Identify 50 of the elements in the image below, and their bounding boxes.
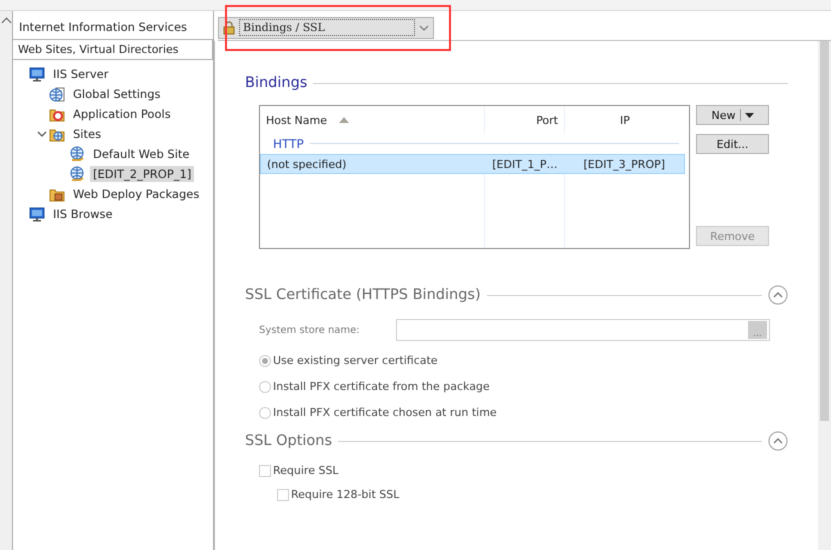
- globe-document-icon: [49, 86, 65, 102]
- tree-item[interactable]: Web Deploy Packages: [70, 186, 202, 202]
- padlock-icon: [223, 20, 235, 34]
- column-header[interactable]: Port: [485, 107, 565, 133]
- section-title: SSL Certificate (HTTPS Bindings): [245, 287, 481, 303]
- page-dropdown[interactable]: Bindings / SSL: [218, 16, 434, 38]
- option-label: Use existing server certificate: [273, 354, 438, 367]
- scrollbar[interactable]: [818, 41, 831, 550]
- dropdown-arrow-icon: [744, 112, 754, 118]
- table-cell-text: [EDIT_1_P…: [491, 156, 559, 173]
- table-cell-text: (not specified): [266, 156, 348, 172]
- sort-ascending-icon: [339, 117, 349, 123]
- collapse-chevron-icon[interactable]: [37, 129, 47, 139]
- radio-button[interactable]: [259, 380, 271, 392]
- monitor-icon: [29, 206, 45, 222]
- globe-icon: [69, 146, 85, 162]
- tree-item[interactable]: Default Web Site: [90, 146, 192, 162]
- option-label: Install PFX certificate chosen at run time: [273, 406, 497, 419]
- tree-item[interactable]: Application Pools: [70, 106, 174, 122]
- table-cell-text: [EDIT_3_PROP]: [582, 156, 666, 173]
- column-header[interactable]: Host Name: [260, 107, 485, 133]
- action-button: Remove: [696, 226, 769, 246]
- group-label: HTTP: [273, 136, 304, 150]
- tree-item[interactable]: IIS Server: [50, 66, 112, 82]
- column-header[interactable]: IP: [565, 107, 685, 133]
- field-label: System store name:: [259, 324, 361, 336]
- section-title: SSL Options: [245, 433, 332, 449]
- tree-item[interactable]: Global Settings: [70, 86, 164, 102]
- table-row[interactable]: (not specified) [EDIT_1_P… [EDIT_3_PROP]: [260, 154, 685, 174]
- chevron-down-icon: [419, 24, 429, 32]
- checkbox[interactable]: [259, 464, 271, 476]
- collapse-icon[interactable]: [768, 431, 788, 451]
- option-label: Install PFX certificate from the package: [273, 380, 490, 393]
- monitor-icon: [29, 66, 45, 82]
- checkbox[interactable]: [277, 488, 289, 500]
- tree-item[interactable]: IIS Browse: [50, 206, 116, 222]
- collapse-icon[interactable]: [768, 285, 788, 305]
- tree-item[interactable]: Sites: [70, 126, 104, 142]
- option-label: Require SSL: [273, 464, 339, 477]
- radio-button[interactable]: [259, 354, 271, 366]
- scrollbar[interactable]: [0, 11, 12, 550]
- globe-icon: [69, 166, 85, 182]
- tree-item[interactable]: [EDIT_2_PROP_1]: [90, 166, 194, 182]
- action-button[interactable]: Edit...: [696, 134, 769, 154]
- panel-subtitle: Web Sites, Virtual Directories: [13, 39, 213, 60]
- option-label: Require 128-bit SSL: [291, 488, 400, 501]
- radio-button[interactable]: [259, 406, 271, 418]
- panel-title: Internet Information Services: [18, 19, 188, 36]
- split-button[interactable]: New: [696, 105, 769, 125]
- section-title: Bindings: [245, 75, 308, 91]
